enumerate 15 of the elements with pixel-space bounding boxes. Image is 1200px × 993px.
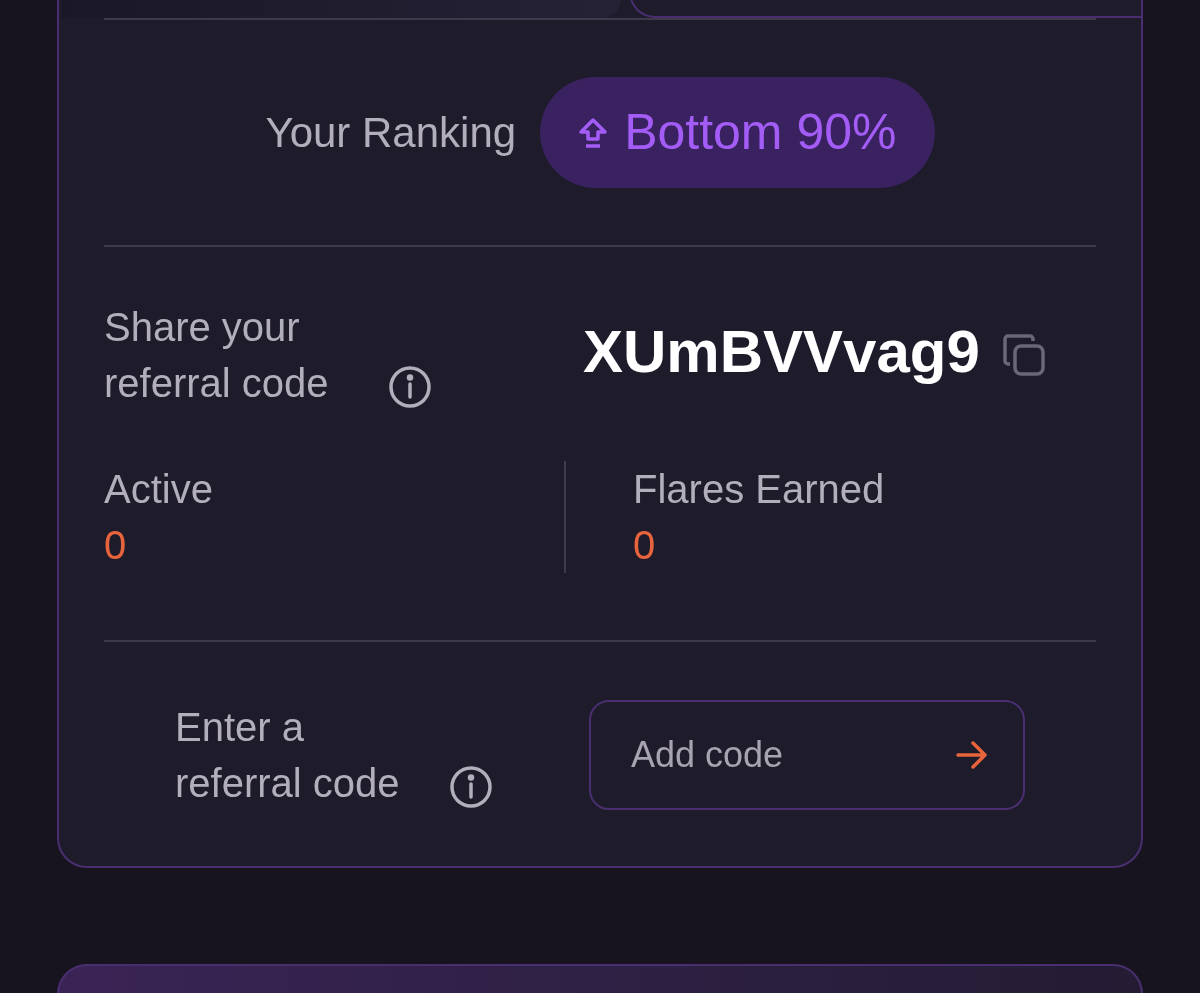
arrow-right-icon[interactable] [955,740,989,770]
ranking-label: Your Ranking [265,108,517,158]
copy-icon[interactable] [1001,333,1046,377]
arrow-up-icon [578,116,609,149]
stat-label: Active [104,466,214,513]
info-icon [388,365,432,409]
stat-value: 0 [633,522,657,569]
info-icon [449,765,493,809]
stat-value: 0 [104,522,128,569]
stat-label: Flares Earned [633,466,885,513]
referral-code: XUmBVVvag9 [583,317,980,387]
referral-label: Share your referral code [104,304,330,407]
enter-code-label: Enter a referral code [175,704,401,807]
ranking-badge: Bottom 90% [540,77,935,188]
code-input-field[interactable]: Add code [589,700,1025,810]
